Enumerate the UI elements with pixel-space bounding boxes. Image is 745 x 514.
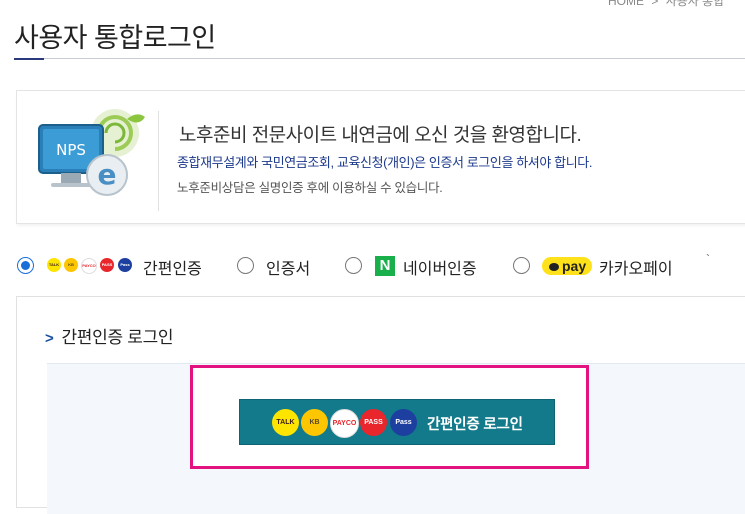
samsung-pass-mini-icon: Pass	[118, 258, 132, 272]
option-label-kakaopay[interactable]: 카카오페이	[599, 255, 673, 279]
welcome-subtext: 종합재무설계와 국민연금조회, 교육신청(개인)은 인증서 로그인을 하셔야 합…	[177, 155, 593, 170]
welcome-box: e NPS 노후준비 전문사이트 내연금에 오신 것을 환영합니다. 종합재무설…	[16, 90, 745, 224]
radio-kakaopay[interactable]	[513, 257, 530, 274]
option-label-naver[interactable]: 네이버인증	[403, 255, 477, 279]
kakaotalk-icon: TALK	[272, 409, 299, 436]
option-label-simple-auth[interactable]: 간편인증	[143, 255, 202, 279]
auth-method-selector: TALK KB PAYCO PASS Pass 간편인증 인증서 N 네이버인증…	[0, 252, 745, 280]
nps-logo-icon: e NPS	[38, 109, 145, 196]
payco-icon: PAYCO	[330, 409, 359, 438]
radio-simple-auth[interactable]	[17, 257, 34, 274]
title-divider-accent	[14, 58, 44, 60]
welcome-divider	[158, 111, 159, 211]
breadcrumb-separator: >	[651, 0, 659, 8]
svg-text:e: e	[98, 158, 117, 191]
title-divider	[14, 58, 745, 59]
nps-logo-text: NPS	[56, 141, 86, 159]
breadcrumb: HOME > 사용자 통합	[608, 0, 724, 9]
kb-mini-icon: KB	[64, 258, 78, 272]
section-title: > 간편인증 로그인	[45, 323, 174, 348]
radio-certificate[interactable]	[237, 257, 254, 274]
highlight-frame: TALK KB PAYCO PASS Pass 간편인증 로그인	[190, 365, 589, 469]
samsung-pass-icon: Pass	[390, 409, 417, 436]
kakaotalk-mini-icon: TALK	[47, 258, 61, 272]
simple-auth-login-button[interactable]: TALK KB PAYCO PASS Pass 간편인증 로그인	[239, 399, 555, 445]
login-button-label: 간편인증 로그인	[427, 417, 523, 433]
breadcrumb-current: 사용자 통합	[665, 0, 725, 8]
chevron-right-icon: >	[45, 330, 54, 347]
pass-icon: PASS	[360, 409, 387, 436]
section-title-text: 간편인증 로그인	[61, 328, 174, 347]
page-title: 사용자 통합로그인	[14, 23, 216, 53]
welcome-note: 노후준비상담은 실명인증 후에 이용하실 수 있습니다.	[177, 181, 443, 195]
more-options-mark: `	[706, 252, 710, 266]
breadcrumb-home[interactable]: HOME	[608, 0, 644, 8]
radio-naver[interactable]	[345, 257, 362, 274]
option-label-certificate[interactable]: 인증서	[266, 255, 310, 279]
naver-icon: N	[375, 256, 395, 276]
pass-mini-icon: PASS	[100, 258, 114, 272]
kb-icon: KB	[301, 409, 328, 436]
payco-mini-icon: PAYCO	[81, 258, 97, 274]
login-panel: > 간편인증 로그인 TALK KB PAYCO PASS Pass 간편인증 로…	[16, 296, 745, 514]
kakaopay-icon: pay	[542, 257, 592, 275]
welcome-heading: 노후준비 전문사이트 내연금에 오신 것을 환영합니다.	[179, 125, 582, 146]
